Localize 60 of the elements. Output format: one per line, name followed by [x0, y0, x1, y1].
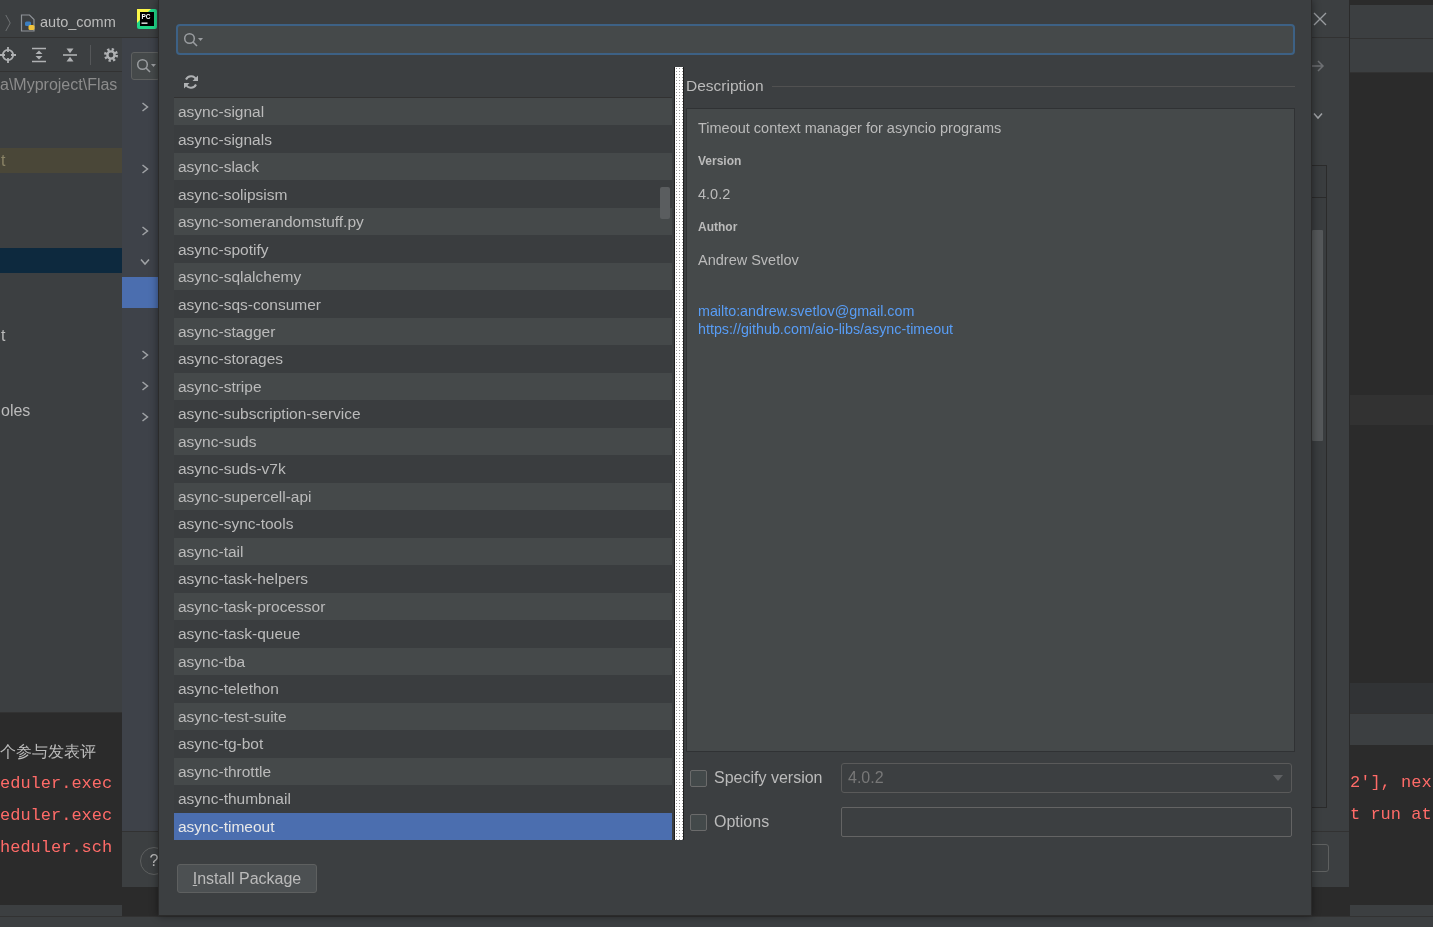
console-line: heduler.sch — [0, 837, 113, 859]
splitter[interactable] — [674, 67, 684, 840]
package-item[interactable]: async-timeout — [174, 812, 672, 841]
package-item[interactable]: async-tail — [174, 537, 672, 566]
description-link[interactable]: mailto:andrew.svetlov@gmail.com — [698, 302, 915, 320]
install-button[interactable]: Install Package — [177, 864, 317, 893]
checkbox[interactable] — [690, 813, 707, 831]
package-item[interactable]: async-task-processor — [174, 592, 672, 621]
close-icon[interactable] — [1313, 11, 1327, 26]
chevron-right-icon[interactable] — [141, 225, 149, 236]
console-line: 2'], nex — [1350, 772, 1432, 794]
field-value: Andrew Svetlov — [698, 251, 799, 270]
package-item[interactable]: async-tba — [174, 647, 672, 676]
description-text: Timeout context manager for asyncio programs — [698, 119, 1002, 138]
refresh-icon[interactable] — [183, 74, 199, 90]
package-item[interactable]: async-throttle — [174, 757, 672, 786]
search-icon — [183, 31, 205, 48]
section-title: Description — [686, 76, 764, 97]
options-field[interactable] — [841, 807, 1292, 837]
settings-icon[interactable] — [103, 46, 119, 63]
search-icon — [136, 58, 158, 74]
field-label: Author — [698, 219, 738, 236]
chevron-down-icon[interactable] — [1313, 112, 1323, 120]
search-field[interactable] — [176, 24, 1295, 55]
field-value: 4.0.2 — [698, 185, 731, 204]
expand-all-icon[interactable] — [31, 46, 47, 63]
console-line: eduler.exec — [0, 805, 113, 827]
description-link[interactable]: https://github.com/aio-libs/async-timeout — [698, 320, 954, 338]
chevron-right-icon[interactable] — [141, 101, 149, 112]
chevron-right-icon[interactable] — [141, 163, 149, 174]
project-path: a\Myproject\Flas — [0, 75, 119, 95]
breadcrumb-file[interactable]: auto_comm — [40, 11, 116, 34]
console-line: eduler.exec — [0, 773, 113, 795]
package-item[interactable]: async-stagger — [174, 317, 672, 346]
search-field[interactable] — [131, 52, 160, 80]
package-item[interactable]: async-slack — [174, 152, 672, 181]
crosshair-icon[interactable] — [0, 46, 16, 63]
tree-item[interactable]: oles — [0, 398, 122, 423]
package-item[interactable]: async-test-suite — [174, 702, 672, 731]
checkbox-label[interactable]: Options — [714, 810, 770, 834]
package-item[interactable]: async-suds — [174, 427, 672, 456]
console-line: t run at — [1350, 804, 1432, 826]
package-item[interactable]: async-sqlalchemy — [174, 262, 672, 291]
console-line: 个参与发表评 — [0, 741, 96, 763]
package-item[interactable]: async-supercell-api — [174, 482, 672, 511]
package-item[interactable]: async-signal — [174, 98, 672, 126]
collapse-all-icon[interactable] — [62, 46, 78, 63]
scrollbar-thumb[interactable] — [660, 187, 670, 219]
chevron-right-icon[interactable] — [141, 411, 149, 422]
scrollbar-thumb[interactable] — [1312, 230, 1323, 441]
package-item[interactable]: async-somerandomstuff.py — [174, 207, 672, 236]
package-item[interactable]: async-stripe — [174, 372, 672, 401]
chevron-right-icon[interactable] — [141, 380, 149, 391]
field-label: Version — [698, 153, 742, 170]
python-file-icon — [19, 13, 37, 32]
chevron-down-icon[interactable] — [140, 257, 150, 266]
chevron-right-icon[interactable] — [141, 349, 149, 360]
breadcrumb-chevron-icon — [5, 13, 11, 32]
arrow-right-icon[interactable] — [1309, 60, 1325, 72]
tree-item[interactable]: t — [0, 323, 122, 348]
